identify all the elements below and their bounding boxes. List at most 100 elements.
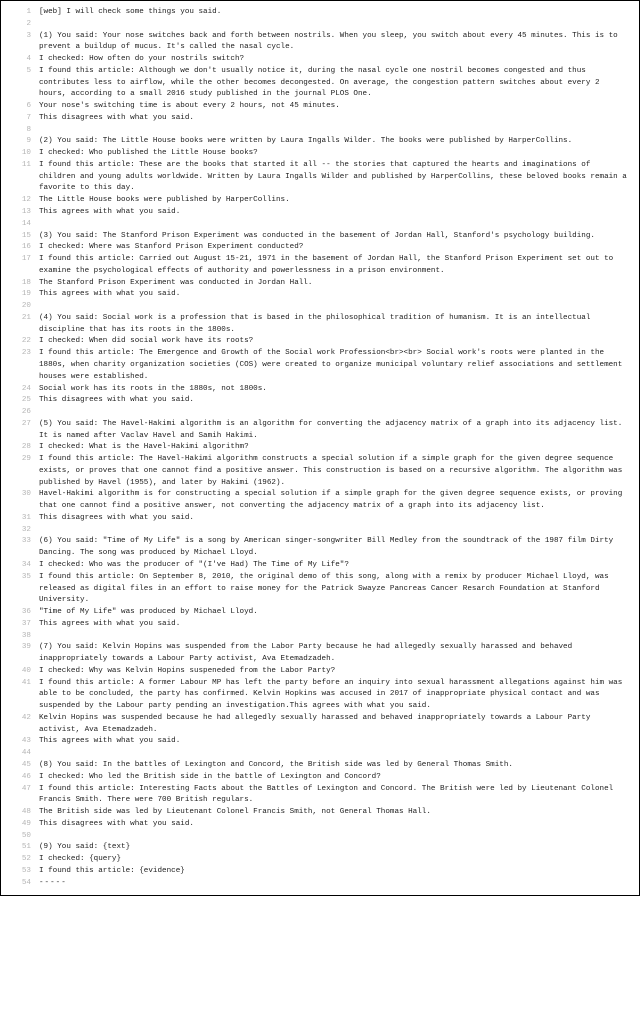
- line-number: 30: [1, 489, 39, 501]
- line-content: (2) You said: The Little House books wer…: [39, 136, 629, 148]
- line-content: I found this article: Carried out August…: [39, 254, 629, 278]
- line-content: (3) You said: The Stanford Prison Experi…: [39, 231, 629, 243]
- line-number: 2: [1, 19, 39, 31]
- line-number: 6: [1, 101, 39, 113]
- code-line: 34I checked: Who was the producer of "(I…: [1, 560, 629, 572]
- line-content: (9) You said: {text}: [39, 842, 629, 854]
- line-number: 19: [1, 289, 39, 301]
- code-line: 42Kelvin Hopins was suspended because he…: [1, 713, 629, 737]
- line-number: 32: [1, 525, 39, 537]
- line-content: This disagrees with what you said.: [39, 395, 629, 407]
- code-line: 8: [1, 125, 629, 137]
- line-content: Kelvin Hopins was suspended because he h…: [39, 713, 629, 737]
- line-number: 43: [1, 736, 39, 748]
- line-number: 31: [1, 513, 39, 525]
- code-line: 50: [1, 831, 629, 843]
- line-number: 13: [1, 207, 39, 219]
- code-line: 12The Little House books were published …: [1, 195, 629, 207]
- line-number: 52: [1, 854, 39, 866]
- line-content: (1) You said: Your nose switches back an…: [39, 31, 629, 55]
- code-line: 36"Time of My Life" was produced by Mich…: [1, 607, 629, 619]
- line-number: 35: [1, 572, 39, 584]
- code-line: 1[web] I will check some things you said…: [1, 7, 629, 19]
- line-number: 48: [1, 807, 39, 819]
- line-content: I found this article: The Havel-Hakimi a…: [39, 454, 629, 489]
- line-content: This disagrees with what you said.: [39, 819, 629, 831]
- line-number: 46: [1, 772, 39, 784]
- code-line: 22I checked: When did social work have i…: [1, 336, 629, 348]
- line-number: 24: [1, 384, 39, 396]
- code-line: 20: [1, 301, 629, 313]
- code-line: 31This disagrees with what you said.: [1, 513, 629, 525]
- line-number: 37: [1, 619, 39, 631]
- code-line: 52I checked: {query}: [1, 854, 629, 866]
- line-number: 4: [1, 54, 39, 66]
- line-number: 41: [1, 678, 39, 690]
- line-number: 1: [1, 7, 39, 19]
- code-line: 49This disagrees with what you said.: [1, 819, 629, 831]
- line-content: Your nose's switching time is about ever…: [39, 101, 629, 113]
- line-content: "Time of My Life" was produced by Michae…: [39, 607, 629, 619]
- code-line: 39(7) You said: Kelvin Hopins was suspen…: [1, 642, 629, 666]
- code-line: 7This disagrees with what you said.: [1, 113, 629, 125]
- line-number: 8: [1, 125, 39, 137]
- line-number: 38: [1, 631, 39, 643]
- code-line: 13This agrees with what you said.: [1, 207, 629, 219]
- code-line: 33(6) You said: "Time of My Life" is a s…: [1, 536, 629, 560]
- line-content: This agrees with what you said.: [39, 289, 629, 301]
- line-number: 53: [1, 866, 39, 878]
- line-content: I checked: Who was the producer of "(I'v…: [39, 560, 629, 572]
- line-number: 29: [1, 454, 39, 466]
- line-number: 54: [1, 878, 39, 890]
- line-content: (4) You said: Social work is a professio…: [39, 313, 629, 337]
- code-line: 30Havel-Hakimi algorithm is for construc…: [1, 489, 629, 513]
- line-content: This agrees with what you said.: [39, 736, 629, 748]
- line-content: I found this article: These are the book…: [39, 160, 629, 195]
- line-number: 15: [1, 231, 39, 243]
- code-line: 3(1) You said: Your nose switches back a…: [1, 31, 629, 55]
- line-content: I checked: Where was Stanford Prison Exp…: [39, 242, 629, 254]
- code-line: 6Your nose's switching time is about eve…: [1, 101, 629, 113]
- code-line: 9(2) You said: The Little House books we…: [1, 136, 629, 148]
- code-line: 38: [1, 631, 629, 643]
- line-content: The Little House books were published by…: [39, 195, 629, 207]
- line-content: I checked: {query}: [39, 854, 629, 866]
- line-number: 40: [1, 666, 39, 678]
- line-number: 22: [1, 336, 39, 348]
- code-line: 53I found this article: {evidence}: [1, 866, 629, 878]
- code-line: 44: [1, 748, 629, 760]
- line-content: The British side was led by Lieutenant C…: [39, 807, 629, 819]
- code-line: 28I checked: What is the Havel-Hakimi al…: [1, 442, 629, 454]
- code-line: 4I checked: How often do your nostrils s…: [1, 54, 629, 66]
- line-content: Social work has its roots in the 1880s, …: [39, 384, 629, 396]
- line-content: (6) You said: "Time of My Life" is a son…: [39, 536, 629, 560]
- line-content: (5) You said: The Havel-Hakimi algorithm…: [39, 419, 629, 443]
- line-content: -----: [39, 878, 629, 890]
- code-line: 43This agrees with what you said.: [1, 736, 629, 748]
- line-content: I checked: What is the Havel-Hakimi algo…: [39, 442, 629, 454]
- line-number: 20: [1, 301, 39, 313]
- line-number: 17: [1, 254, 39, 266]
- line-content: The Stanford Prison Experiment was condu…: [39, 278, 629, 290]
- line-content: I checked: Who published the Little Hous…: [39, 148, 629, 160]
- line-number: 10: [1, 148, 39, 160]
- code-line: 2: [1, 19, 629, 31]
- line-number: 18: [1, 278, 39, 290]
- code-line: 25This disagrees with what you said.: [1, 395, 629, 407]
- code-line: 15(3) You said: The Stanford Prison Expe…: [1, 231, 629, 243]
- line-content: I found this article: {evidence}: [39, 866, 629, 878]
- code-line: 11I found this article: These are the bo…: [1, 160, 629, 195]
- line-number: 16: [1, 242, 39, 254]
- code-line: 16I checked: Where was Stanford Prison E…: [1, 242, 629, 254]
- code-line: 5I found this article: Although we don't…: [1, 66, 629, 101]
- line-content: (7) You said: Kelvin Hopins was suspende…: [39, 642, 629, 666]
- line-content: (8) You said: In the battles of Lexingto…: [39, 760, 629, 772]
- code-line: 24Social work has its roots in the 1880s…: [1, 384, 629, 396]
- line-content: Havel-Hakimi algorithm is for constructi…: [39, 489, 629, 513]
- line-content: I found this article: On September 8, 20…: [39, 572, 629, 607]
- line-content: I checked: Why was Kelvin Hopins suspene…: [39, 666, 629, 678]
- line-number: 21: [1, 313, 39, 325]
- line-content: This disagrees with what you said.: [39, 513, 629, 525]
- line-number: 51: [1, 842, 39, 854]
- line-number: 25: [1, 395, 39, 407]
